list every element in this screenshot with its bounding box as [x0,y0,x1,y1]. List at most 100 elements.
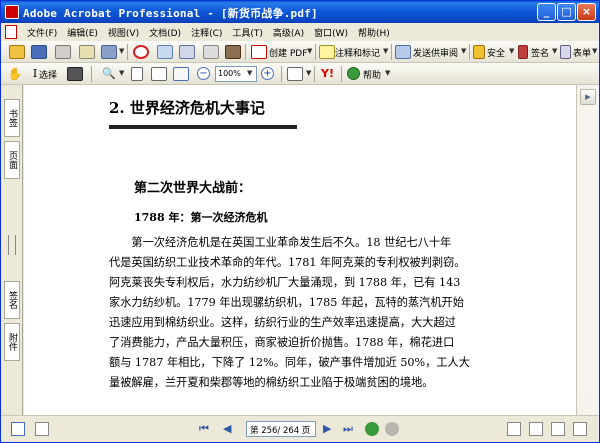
page-size-icon[interactable] [35,422,49,436]
minimize-button[interactable]: _ [537,3,556,21]
rotate-view-icon[interactable] [287,67,303,81]
print-icon[interactable] [55,45,71,59]
comment-dropdown-icon[interactable]: ▼ [383,47,388,55]
zoom-dropdown-icon[interactable]: ▼ [119,69,124,77]
stamp-icon[interactable] [133,45,149,59]
create-pdf-dropdown-icon[interactable]: ▼ [307,47,312,55]
toolbar-separator [127,44,128,60]
menu-window[interactable]: 窗口(W) [310,26,354,39]
paragraph-line: 了消费能力，产品大量积压，商家被迫折价抛售。1788 年，棉花进口 [109,336,455,349]
chapter-title: 2. 世界经济危机大事记 [109,99,265,117]
sub-title: 1788 年：第一次经济危机 [134,211,268,224]
document-icon[interactable] [5,25,17,39]
menu-comments[interactable]: 注释(C) [187,26,228,39]
export-icon[interactable] [179,45,195,59]
forms-dropdown-icon[interactable]: ▼ [592,47,597,55]
hand-tool-icon[interactable]: ✋ [7,67,23,81]
sign-button[interactable]: 签名 [531,46,549,59]
fit-page-icon[interactable] [151,67,167,81]
help-icon[interactable] [347,67,360,80]
last-page-icon[interactable]: ⏭ [343,422,353,436]
previous-page-icon[interactable]: ◀ [223,422,231,435]
scroll-right-panel-arrow[interactable]: ▶ [580,89,596,105]
document-view[interactable]: 2. 世界经济危机大事记 第二次世界大战前： 1788 年：第一次经济危机 第一… [24,85,576,415]
nav-tab-bookmarks[interactable]: 书签 [4,99,20,137]
menu-file[interactable]: 文件(F) [23,26,63,39]
create-pdf-button[interactable]: 创建 PDF [269,46,307,59]
next-page-icon[interactable]: ▶ [323,422,331,435]
forms-icon[interactable] [560,45,571,59]
lock-icon[interactable] [473,45,485,59]
body-paragraph: 第一次经济危机是在英国工业革命发生后不久。18 世纪七八十年 代是英国纺织工业技… [109,233,494,393]
attach-icon[interactable] [101,45,117,59]
send-review-icon[interactable] [395,45,411,59]
sign-dropdown-icon[interactable]: ▼ [552,47,557,55]
menu-bar: 文件(F) 编辑(E) 视图(V) 文档(D) 注释(C) 工具(T) 高级(A… [1,23,599,41]
menu-view[interactable]: 视图(V) [104,26,145,39]
select-tool-button[interactable]: 选择 [39,68,57,81]
menu-document[interactable]: 文档(D) [145,26,187,39]
window-title: Adobe Acrobat Professional - [新货币战争.pdf] [23,7,318,20]
open-folder-icon[interactable] [9,45,25,59]
help-button[interactable]: 帮助 [363,68,381,81]
toolbar-separator [341,66,342,82]
close-button[interactable]: × [577,3,596,21]
organize-icon[interactable] [225,45,241,59]
maximize-button[interactable]: □ [557,3,576,21]
menu-tools[interactable]: 工具(T) [228,26,269,39]
next-view-icon[interactable] [385,422,399,436]
security-button[interactable]: 安全 [487,46,505,59]
comment-icon[interactable] [319,45,335,59]
app-window: Adobe Acrobat Professional - [新货币战争.pdf]… [0,0,600,443]
facing-icon[interactable] [551,422,565,436]
yahoo-search-icon[interactable]: Y! [321,67,337,81]
zoom-level-dropdown-icon[interactable]: ▼ [247,69,252,77]
create-pdf-icon[interactable] [251,45,267,59]
bookmark-icon[interactable] [157,45,173,59]
single-page-icon[interactable] [507,422,521,436]
panel-resize-handle[interactable] [8,235,16,255]
zoom-icon[interactable]: 🔍 [101,67,117,81]
attach-dropdown-icon[interactable]: ▼ [119,47,124,55]
acrobat-app-icon[interactable] [5,5,19,19]
previous-view-icon[interactable] [365,422,379,436]
paragraph-line: 第一次经济危机是在英国工业革命发生后不久。18 世纪七八十年 [109,236,452,249]
first-page-icon[interactable]: ⏮ [199,422,209,436]
menu-advanced[interactable]: 高级(A) [269,26,310,39]
nav-tab-pages[interactable]: 页面 [4,141,20,179]
send-review-dropdown-icon[interactable]: ▼ [461,47,466,55]
continuous-facing-icon[interactable] [573,422,587,436]
pen-sign-icon[interactable] [518,45,528,59]
nav-tab-signatures[interactable]: 签名 [4,281,20,319]
fit-width-icon[interactable] [173,67,189,81]
toolbar-separator [281,66,282,82]
actual-size-icon[interactable] [131,67,143,81]
title-bar[interactable]: Adobe Acrobat Professional - [新货币战争.pdf]… [1,1,599,23]
page-properties-icon[interactable] [203,45,219,59]
nav-tab-attachments[interactable]: 附件 [4,323,20,361]
vertical-scrollbar[interactable]: ▶ [576,85,599,415]
snapshot-icon[interactable] [67,67,83,81]
menu-edit[interactable]: 编辑(E) [63,26,104,39]
security-dropdown-icon[interactable]: ▼ [509,47,514,55]
paragraph-line: 迅速应用到棉纺织业。这样，纺织行业的生产效率迅速提高，大大超过 [109,316,456,329]
forms-button[interactable]: 表单 [573,46,591,59]
rotate-dropdown-icon[interactable]: ▼ [306,69,311,77]
page-number-input[interactable]: 第 256/ 264 页 [246,421,316,437]
paragraph-line: 家水力纺纱机。1779 年出现骡纺织机，1785 年起，瓦特的蒸汽机开始 [109,296,464,309]
navigation-panel: 书签 页面 签名 附件 [1,85,23,415]
comment-markup-button[interactable]: 注释和标记 [335,46,380,59]
help-dropdown-icon[interactable]: ▼ [385,69,390,77]
page-layout-icon[interactable] [11,422,25,436]
email-icon[interactable] [79,45,95,59]
section-title: 第二次世界大战前： [134,181,252,196]
toolbar-separator [391,44,392,60]
navigation-toolbar: ✋ I 选择 🔍 ▼ − 100% ▼ + ▼ Y! 帮助 ▼ [1,63,599,85]
scroll-track[interactable] [580,107,596,395]
save-icon[interactable] [31,45,47,59]
menu-help[interactable]: 帮助(H) [354,26,396,39]
continuous-icon[interactable] [529,422,543,436]
send-review-button[interactable]: 发送供审阅 [413,46,458,59]
zoom-out-icon[interactable]: − [197,67,210,80]
zoom-in-icon[interactable]: + [261,67,274,80]
